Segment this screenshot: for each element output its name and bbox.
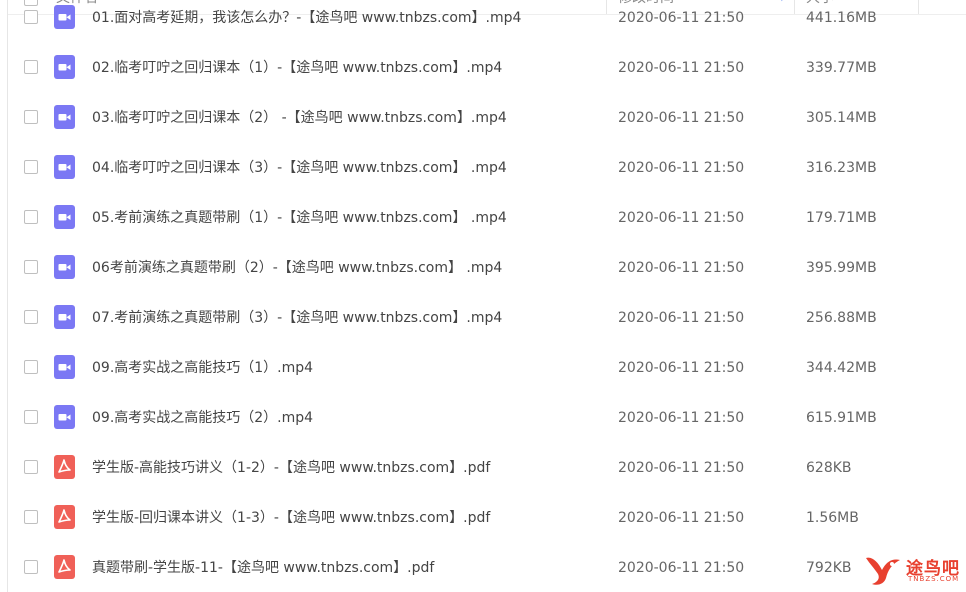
file-name-link[interactable]: 06考前演练之真题带刷（2）-【途鸟吧 www.tnbzs.com】 .mp4 xyxy=(92,258,502,278)
file-row[interactable]: 01.面对高考延期，我该怎么办？-【途鸟吧 www.tnbzs.com】.mp4… xyxy=(8,0,966,43)
row-checkbox[interactable] xyxy=(24,210,38,224)
row-checkbox[interactable] xyxy=(24,310,38,324)
file-row[interactable]: 04.临考叮咛之回归课本（3）-【途鸟吧 www.tnbzs.com】 .mp4… xyxy=(8,143,966,193)
file-name-link[interactable]: 09.高考实战之高能技巧（2）.mp4 xyxy=(92,408,313,428)
file-size: 395.99MB xyxy=(806,260,877,276)
bird-logo-icon xyxy=(866,557,900,585)
file-size: 339.77MB xyxy=(806,60,877,76)
file-size: 441.16MB xyxy=(806,10,877,26)
file-row[interactable]: 05.考前演练之真题带刷（1）-【途鸟吧 www.tnbzs.com】 .mp4… xyxy=(8,193,966,243)
row-checkbox[interactable] xyxy=(24,10,38,24)
row-checkbox[interactable] xyxy=(24,60,38,74)
file-list: 01.面对高考延期，我该怎么办？-【途鸟吧 www.tnbzs.com】.mp4… xyxy=(8,0,966,592)
file-modified-date: 2020-06-11 21:50 xyxy=(618,460,745,476)
file-modified-date: 2020-06-11 21:50 xyxy=(618,560,745,576)
video-file-icon xyxy=(54,205,75,229)
row-checkbox[interactable] xyxy=(24,260,38,274)
row-checkbox[interactable] xyxy=(24,110,38,124)
file-size: 316.23MB xyxy=(806,160,877,176)
file-modified-date: 2020-06-11 21:50 xyxy=(618,360,745,376)
video-file-icon xyxy=(54,305,75,329)
file-list-page: 文件名 修改时间 ▼ 大小 01.面对高考延期，我该怎么办？-【途鸟吧 www.… xyxy=(0,0,966,592)
watermark-subtext: TNBZS.COM xyxy=(908,575,960,583)
file-modified-date: 2020-06-11 21:50 xyxy=(618,410,745,426)
file-row[interactable]: 真题带刷-学生版-11-【途鸟吧 www.tnbzs.com】.pdf 2020-… xyxy=(8,543,966,592)
file-size: 1.56MB xyxy=(806,510,859,526)
row-checkbox[interactable] xyxy=(24,510,38,524)
file-name-link[interactable]: 02.临考叮咛之回归课本（1）-【途鸟吧 www.tnbzs.com】.mp4 xyxy=(92,58,502,78)
row-checkbox[interactable] xyxy=(24,560,38,574)
file-row[interactable]: 09.高考实战之高能技巧（1）.mp4 2020-06-11 21:50 344.4… xyxy=(8,343,966,393)
video-file-icon xyxy=(54,155,75,179)
file-modified-date: 2020-06-11 21:50 xyxy=(618,110,745,126)
file-name-link[interactable]: 真题带刷-学生版-11-【途鸟吧 www.tnbzs.com】.pdf xyxy=(92,558,434,578)
video-file-icon xyxy=(54,55,75,79)
video-file-icon xyxy=(54,355,75,379)
video-file-icon xyxy=(54,5,75,29)
file-name-link[interactable]: 01.面对高考延期，我该怎么办？-【途鸟吧 www.tnbzs.com】.mp4 xyxy=(92,8,521,28)
file-name-link[interactable]: 05.考前演练之真题带刷（1）-【途鸟吧 www.tnbzs.com】 .mp4 xyxy=(92,208,507,228)
file-modified-date: 2020-06-11 21:50 xyxy=(618,510,745,526)
file-name-link[interactable]: 07.考前演练之真题带刷（3）-【途鸟吧 www.tnbzs.com】.mp4 xyxy=(92,308,502,328)
watermark-logo: 途鸟吧 TNBZS.COM xyxy=(862,552,962,590)
video-file-icon xyxy=(54,405,75,429)
file-row[interactable]: 学生版-回归课本讲义（1-3）-【途鸟吧 www.tnbzs.com】.pdf 2… xyxy=(8,493,966,543)
file-name-link[interactable]: 04.临考叮咛之回归课本（3）-【途鸟吧 www.tnbzs.com】 .mp4 xyxy=(92,158,507,178)
file-name-link[interactable]: 03.临考叮咛之回归课本（2） -【途鸟吧 www.tnbzs.com】.mp4 xyxy=(92,108,507,128)
file-size: 628KB xyxy=(806,460,852,476)
file-size: 344.42MB xyxy=(806,360,877,376)
file-size: 615.91MB xyxy=(806,410,877,426)
video-file-icon xyxy=(54,255,75,279)
row-checkbox[interactable] xyxy=(24,410,38,424)
row-checkbox[interactable] xyxy=(24,460,38,474)
pdf-file-icon xyxy=(54,505,75,529)
row-checkbox[interactable] xyxy=(24,160,38,174)
file-modified-date: 2020-06-11 21:50 xyxy=(618,210,745,226)
file-modified-date: 2020-06-11 21:50 xyxy=(618,60,745,76)
file-modified-date: 2020-06-11 21:50 xyxy=(618,160,745,176)
file-modified-date: 2020-06-11 21:50 xyxy=(618,10,745,26)
file-size: 256.88MB xyxy=(806,310,877,326)
file-modified-date: 2020-06-11 21:50 xyxy=(618,310,745,326)
file-row[interactable]: 07.考前演练之真题带刷（3）-【途鸟吧 www.tnbzs.com】.mp4 2… xyxy=(8,293,966,343)
file-size: 792KB xyxy=(806,560,852,576)
row-checkbox[interactable] xyxy=(24,360,38,374)
file-name-link[interactable]: 学生版-回归课本讲义（1-3）-【途鸟吧 www.tnbzs.com】.pdf xyxy=(92,508,490,528)
file-modified-date: 2020-06-11 21:50 xyxy=(618,260,745,276)
pdf-file-icon xyxy=(54,555,75,579)
pdf-file-icon xyxy=(54,455,75,479)
file-size: 179.71MB xyxy=(806,210,877,226)
file-row[interactable]: 02.临考叮咛之回归课本（1）-【途鸟吧 www.tnbzs.com】.mp4 2… xyxy=(8,43,966,93)
file-name-link[interactable]: 学生版-高能技巧讲义（1-2）-【途鸟吧 www.tnbzs.com】.pdf xyxy=(92,458,490,478)
file-row[interactable]: 03.临考叮咛之回归课本（2） -【途鸟吧 www.tnbzs.com】.mp4… xyxy=(8,93,966,143)
file-row[interactable]: 09.高考实战之高能技巧（2）.mp4 2020-06-11 21:50 615.9… xyxy=(8,393,966,443)
file-row[interactable]: 学生版-高能技巧讲义（1-2）-【途鸟吧 www.tnbzs.com】.pdf 2… xyxy=(8,443,966,493)
file-name-link[interactable]: 09.高考实战之高能技巧（1）.mp4 xyxy=(92,358,313,378)
file-size: 305.14MB xyxy=(806,110,877,126)
file-row[interactable]: 06考前演练之真题带刷（2）-【途鸟吧 www.tnbzs.com】 .mp4 2… xyxy=(8,243,966,293)
video-file-icon xyxy=(54,105,75,129)
